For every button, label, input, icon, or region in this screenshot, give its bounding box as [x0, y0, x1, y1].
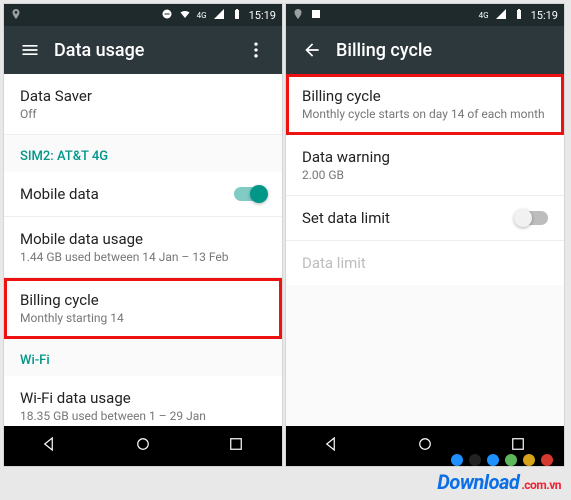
- watermark: Download.com.vn: [437, 470, 561, 494]
- row-billing-cycle[interactable]: Billing cycle Monthly starting 14: [4, 278, 282, 339]
- nav-back-icon[interactable]: [323, 435, 341, 457]
- row-subtitle: Monthly starting 14: [20, 311, 266, 325]
- nav-back-icon[interactable]: [41, 435, 59, 457]
- navbar: [4, 426, 282, 466]
- signal-icon: [495, 8, 507, 23]
- row-title: Set data limit: [302, 209, 390, 227]
- net-label: 4G: [479, 11, 489, 20]
- row-subtitle: 1.44 GB used between 14 Jan – 13 Feb: [20, 250, 266, 264]
- page-title: Data usage: [54, 40, 236, 61]
- row-mobile-data-usage[interactable]: Mobile data usage 1.44 GB used between 1…: [4, 217, 282, 278]
- menu-icon[interactable]: [10, 30, 50, 70]
- toggle-mobile-data[interactable]: [234, 187, 266, 201]
- row-billing-cycle[interactable]: Billing cycle Monthly cycle starts on da…: [286, 74, 564, 135]
- row-data-saver[interactable]: Data Saver Off: [4, 74, 282, 135]
- signal-icon: [213, 8, 225, 23]
- screenshot-icon: [310, 8, 322, 23]
- dot: [541, 454, 553, 466]
- dot: [523, 454, 535, 466]
- clock-text: 15:19: [531, 9, 558, 22]
- statusbar: 4G 15:19: [286, 4, 564, 26]
- row-wifi-data-usage[interactable]: Wi-Fi data usage 18.35 GB used between 1…: [4, 376, 282, 426]
- overflow-icon[interactable]: [236, 30, 276, 70]
- content: Billing cycle Monthly cycle starts on da…: [286, 74, 564, 426]
- row-data-limit: Data limit: [286, 241, 564, 285]
- phone-right: 4G 15:19 Billing cycle Billing cycle Mon…: [286, 4, 564, 466]
- back-icon[interactable]: [292, 30, 332, 70]
- row-title: Billing cycle: [20, 291, 266, 309]
- appbar: Data usage: [4, 26, 282, 74]
- dnd-icon: [161, 8, 173, 23]
- watermark-ext: .com.vn: [521, 478, 561, 492]
- nav-recent-icon[interactable]: [227, 435, 245, 457]
- location-icon: [10, 8, 22, 23]
- statusbar: 4G 15:19: [4, 4, 282, 26]
- subheader-wifi: Wi-Fi: [4, 339, 282, 376]
- dot: [469, 454, 481, 466]
- battery-icon: [513, 8, 525, 23]
- appbar: Billing cycle: [286, 26, 564, 74]
- net-label: 4G: [197, 11, 207, 20]
- battery-icon: [231, 8, 243, 23]
- subheader-sim: SIM2: AT&T 4G: [4, 135, 282, 172]
- row-title: Data limit: [302, 254, 548, 272]
- dot: [451, 454, 463, 466]
- row-title: Billing cycle: [302, 87, 548, 105]
- row-title: Data Saver: [20, 87, 266, 105]
- nav-home-icon[interactable]: [416, 435, 434, 457]
- row-title: Mobile data usage: [20, 230, 266, 248]
- row-title: Data warning: [302, 148, 548, 166]
- row-data-warning[interactable]: Data warning 2.00 GB: [286, 135, 564, 196]
- dot: [505, 454, 517, 466]
- row-title: Mobile data: [20, 185, 99, 203]
- nav-home-icon[interactable]: [134, 435, 152, 457]
- content: Data Saver Off SIM2: AT&T 4G Mobile data…: [4, 74, 282, 426]
- clock-text: 15:19: [249, 9, 276, 22]
- row-subtitle: Monthly cycle starts on day 14 of each m…: [302, 107, 548, 121]
- row-mobile-data[interactable]: Mobile data: [4, 172, 282, 217]
- row-subtitle: Off: [20, 107, 266, 121]
- color-dots: [451, 454, 553, 466]
- phone-left: 4G 15:19 Data usage Data Saver Off SIM2:…: [4, 4, 282, 466]
- toggle-set-data-limit[interactable]: [516, 211, 548, 225]
- row-set-data-limit[interactable]: Set data limit: [286, 196, 564, 241]
- row-subtitle: 18.35 GB used between 1 – 29 Jan: [20, 409, 266, 423]
- row-subtitle: 2.00 GB: [302, 168, 548, 182]
- dot: [487, 454, 499, 466]
- watermark-text: Download: [437, 470, 519, 494]
- page-title: Billing cycle: [336, 40, 558, 61]
- location-icon: [292, 8, 304, 23]
- row-title: Wi-Fi data usage: [20, 389, 266, 407]
- wifi-icon: [179, 8, 191, 23]
